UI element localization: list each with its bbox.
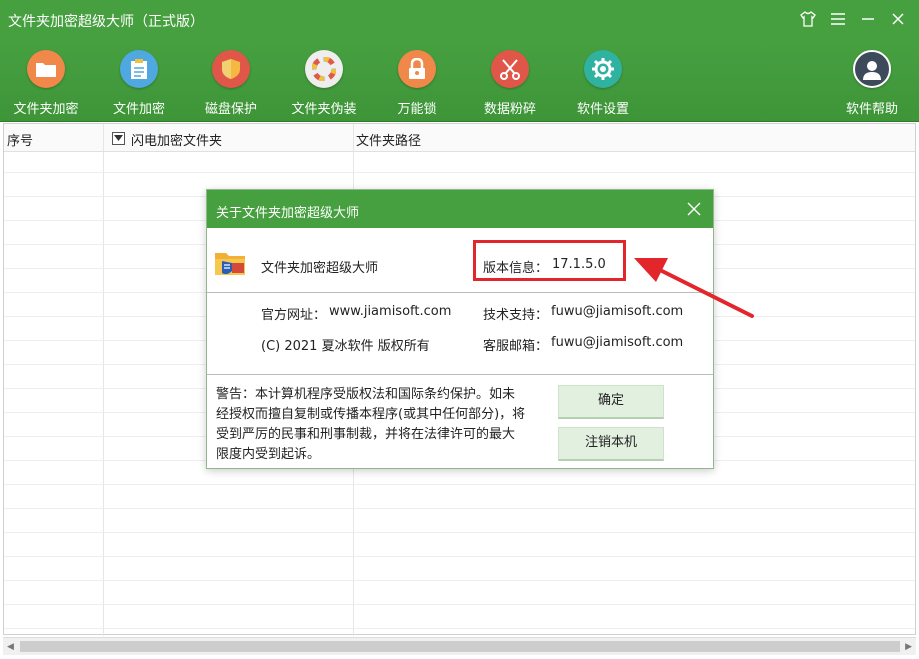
scissors-icon (491, 50, 529, 88)
column-header-path[interactable]: 文件夹路径 (356, 130, 421, 149)
table-row-line (4, 508, 915, 509)
copyright-text: (C) 2021 夏冰软件 版权所有 (261, 339, 430, 354)
clipboard-icon (120, 50, 158, 88)
toolbar-label: 文件夹伪装 (291, 102, 357, 117)
triangle-down-icon (114, 135, 123, 141)
shield-icon (212, 50, 250, 88)
scroll-right-icon[interactable]: ▶ (905, 642, 912, 652)
toolbar-data-shred[interactable]: 数据粉碎 (465, 50, 555, 117)
scrollbar-thumb[interactable] (20, 641, 900, 652)
deregister-button[interactable]: 注销本机 (558, 427, 664, 461)
dialog-close-button[interactable] (685, 200, 703, 218)
close-icon (892, 13, 904, 25)
menu-icon (831, 13, 845, 25)
toolbar-label: 文件夹加密 (13, 102, 79, 117)
warning-text: 警告：本计算机程序受版权法和国际条约保护。如未经授权而擅自复制或传播本程序(或其… (216, 387, 526, 462)
app-logo-icon (213, 247, 247, 279)
color-wheel-icon (305, 50, 343, 88)
lock-icon (398, 50, 436, 88)
table-row-line (4, 556, 915, 557)
scroll-left-icon[interactable]: ◀ (7, 642, 14, 652)
column-header-index[interactable]: 序号 (7, 130, 33, 149)
folder-icon (27, 50, 65, 88)
support-label: 技术支持： (483, 308, 549, 323)
dialog-title: 关于文件夹加密超级大师 (216, 206, 360, 221)
column-divider (353, 124, 354, 151)
close-icon (687, 202, 701, 216)
column-divider (103, 152, 104, 636)
table-row-line (4, 172, 915, 173)
table-header: 序号 闪电加密文件夹 文件夹路径 (4, 124, 915, 152)
toolbar-label: 文件加密 (112, 102, 165, 117)
toolbar-folder-disguise[interactable]: 文件夹伪装 (279, 50, 369, 117)
column-divider (103, 124, 104, 151)
toolbar: 文件夹加密 文件加密 磁盘保护 文件夹伪装 万能锁 数据粉碎 软件设置 软件帮助 (0, 40, 919, 122)
table-row-line (4, 532, 915, 533)
shirt-icon (800, 11, 816, 27)
horizontal-scrollbar[interactable]: ◀ ▶ (3, 637, 916, 655)
toolbar-label: 万能锁 (397, 102, 437, 117)
window-title: 文件夹加密超级大师（正式版） (8, 14, 204, 30)
toolbar-help[interactable]: 软件帮助 (827, 50, 917, 117)
toolbar-settings[interactable]: 软件设置 (558, 50, 648, 117)
window-controls (797, 8, 909, 30)
product-name: 文件夹加密超级大师 (261, 261, 379, 276)
toolbar-file-encrypt[interactable]: 文件加密 (94, 50, 184, 117)
divider (207, 374, 713, 375)
ok-button[interactable]: 确定 (558, 385, 664, 419)
annotation-highlight-box (473, 240, 626, 281)
menu-button[interactable] (827, 8, 849, 30)
toolbar-folder-encrypt[interactable]: 文件夹加密 (1, 50, 91, 117)
toolbar-label: 软件设置 (576, 102, 629, 117)
toolbar-universal-lock[interactable]: 万能锁 (372, 50, 462, 117)
service-email[interactable]: fuwu@jiamisoft.com (551, 335, 683, 350)
minimize-icon (862, 18, 874, 20)
table-row-line (4, 580, 915, 581)
title-bar: 文件夹加密超级大师（正式版） (0, 0, 919, 40)
toolbar-label: 软件帮助 (845, 102, 898, 117)
about-dialog: 关于文件夹加密超级大师 文件夹加密超级大师 版本信息： 17.1.5.0 官方网… (206, 189, 714, 469)
table-row-line (4, 484, 915, 485)
service-email-label: 客服邮箱： (483, 339, 549, 354)
website-link[interactable]: www.jiamisoft.com (329, 304, 451, 319)
close-button[interactable] (887, 8, 909, 30)
table-row-line (4, 628, 915, 629)
skin-button[interactable] (797, 8, 819, 30)
gear-icon (584, 50, 622, 88)
toolbar-disk-protect[interactable]: 磁盘保护 (186, 50, 276, 117)
column-header-flash-folder[interactable]: 闪电加密文件夹 (131, 130, 222, 149)
annotation-arrow-icon (634, 258, 754, 318)
select-all-checkbox[interactable] (112, 132, 125, 145)
website-label: 官方网址： (261, 308, 327, 323)
dialog-title-bar: 关于文件夹加密超级大师 (207, 190, 713, 228)
minimize-button[interactable] (857, 8, 879, 30)
toolbar-label: 数据粉碎 (483, 102, 536, 117)
user-icon (853, 50, 891, 88)
toolbar-label: 磁盘保护 (204, 102, 257, 117)
table-row-line (4, 604, 915, 605)
